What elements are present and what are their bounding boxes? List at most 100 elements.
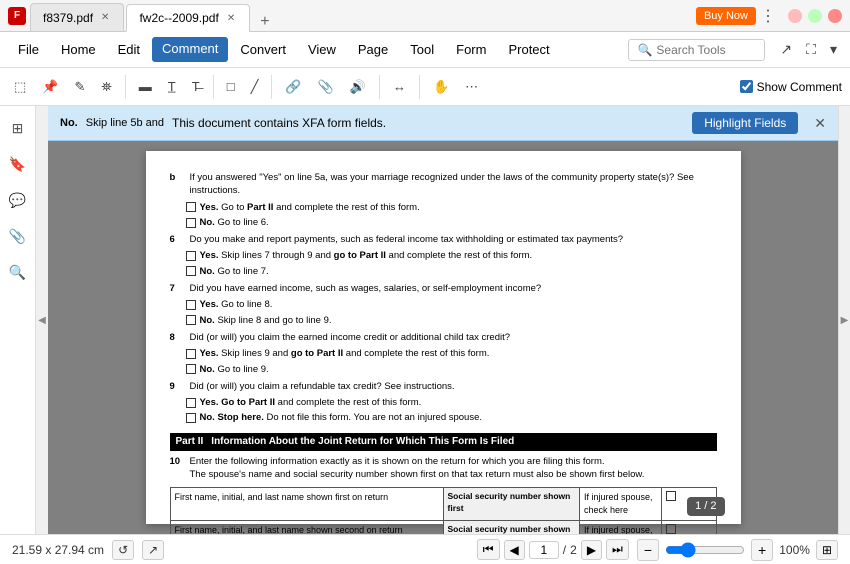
zoom-out-btn[interactable]: −	[637, 539, 659, 561]
toolbar-strikeout-btn[interactable]: T̶	[186, 76, 206, 97]
cursor-tool-btn[interactable]: ↺	[112, 540, 134, 560]
toolbar-measure-btn[interactable]: ↔	[387, 76, 412, 97]
search-tools-input[interactable]	[656, 43, 756, 57]
toolbar-audio-btn[interactable]: 🔊	[344, 76, 372, 98]
menu-edit[interactable]: Edit	[108, 38, 150, 61]
nav-last-btn[interactable]: ⏭	[606, 539, 629, 560]
sidebar-attachments-icon[interactable]: 📎	[4, 222, 32, 250]
minimize-button[interactable]	[788, 9, 802, 23]
show-comment-checkbox[interactable]	[740, 80, 753, 93]
settings-icon[interactable]: ▾	[825, 38, 842, 61]
search-tools-box[interactable]: 🔍	[628, 39, 765, 61]
sidebar-search-icon[interactable]: 🔍	[4, 258, 32, 286]
pdf-area: No. Skip line 5b and This document conta…	[48, 106, 838, 534]
skip-line-label: Skip line 5b and	[86, 117, 164, 129]
menu-tool[interactable]: Tool	[400, 38, 444, 61]
checkbox-8-yes[interactable]	[186, 349, 196, 359]
notification-text: This document contains XFA form fields.	[172, 116, 684, 130]
menu-file[interactable]: File	[8, 38, 49, 61]
pdf-notification-bar: No. Skip line 5b and This document conta…	[48, 106, 838, 141]
checkbox-6-no[interactable]	[186, 266, 196, 276]
toolbar-cursor-btn[interactable]: ⬚	[8, 76, 32, 98]
right-sidebar-toggle[interactable]: ▶	[838, 106, 850, 534]
close-button[interactable]	[828, 9, 842, 23]
checkbox-7-no[interactable]	[186, 315, 196, 325]
left-sidebar: ⊞ 🔖 💬 📎 🔍	[0, 106, 36, 534]
checkbox-9-no[interactable]	[186, 413, 196, 423]
tab-close-active-btn[interactable]: ✕	[225, 12, 237, 25]
toolbar-sep1	[125, 75, 126, 99]
highlight-fields-button[interactable]: Highlight Fields	[692, 112, 798, 134]
checkbox-6-yes[interactable]	[186, 251, 196, 261]
toolbar-stamp-btn[interactable]: ⛯	[95, 76, 117, 98]
select-tool-btn[interactable]: ↗	[142, 540, 164, 560]
checkbox-b-yes[interactable]	[186, 202, 196, 212]
toolbar-text-btn[interactable]: ✎	[68, 76, 91, 98]
form-row-b-yes: Yes. Go to Part II and complete the rest…	[186, 201, 717, 214]
zoom-slider[interactable]	[665, 542, 745, 558]
tab-close-btn[interactable]: ✕	[99, 11, 111, 24]
more-options-icon[interactable]: ⋮	[760, 6, 776, 26]
buy-now-button[interactable]: Buy Now	[696, 7, 756, 25]
nav-first-btn[interactable]: ⏮	[477, 539, 500, 560]
tabs-area: f8379.pdf ✕ fw2c--2009.pdf ✕ +	[30, 0, 692, 31]
nav-prev-btn[interactable]: ◀	[504, 540, 525, 560]
maximize-button[interactable]	[808, 9, 822, 23]
menu-protect[interactable]: Protect	[498, 38, 559, 61]
sidebar-comments-icon[interactable]: 💬	[4, 186, 32, 214]
checkbox-9-yes[interactable]	[186, 398, 196, 408]
menu-page[interactable]: Page	[348, 38, 398, 61]
toolbar-line-btn[interactable]: ╱	[245, 76, 265, 98]
sidebar-bookmarks-icon[interactable]: 🔖	[4, 150, 32, 178]
menu-view[interactable]: View	[298, 38, 346, 61]
label-6-yes: Yes. Skip lines 7 through 9 and go to Pa…	[200, 249, 533, 262]
tab-label: f8379.pdf	[43, 11, 93, 25]
share-icon[interactable]: ↗	[775, 38, 797, 61]
menu-comment[interactable]: Comment	[152, 37, 228, 62]
toolbar-hand-btn[interactable]: ✋	[427, 76, 455, 98]
tab-fw2c[interactable]: fw2c--2009.pdf ✕	[126, 4, 250, 32]
toolbar-shape-btn[interactable]: □	[221, 76, 241, 97]
toolbar-attach-btn[interactable]: 📎	[312, 76, 340, 98]
form-row-b: b If you answered "Yes" on line 5a, was …	[170, 171, 717, 198]
pdf-scroll-area[interactable]: b If you answered "Yes" on line 5a, was …	[48, 141, 838, 534]
tab-f8379[interactable]: f8379.pdf ✕	[30, 3, 124, 31]
label-no: No. Go to line 6.	[200, 216, 269, 229]
nav-next-btn[interactable]: ▶	[581, 540, 602, 560]
toolbar-sep4	[379, 75, 380, 99]
add-tab-btn[interactable]: +	[252, 13, 277, 31]
checkbox-b-no[interactable]	[186, 218, 196, 228]
toolbar-underline-btn[interactable]: T̲	[162, 76, 182, 97]
form-row-7-no: No. Skip line 8 and go to line 9.	[186, 314, 717, 327]
menu-convert[interactable]: Convert	[230, 38, 296, 61]
sidebar-thumbnails-icon[interactable]: ⊞	[4, 114, 32, 142]
search-icon: 🔍	[637, 43, 652, 57]
menu-form[interactable]: Form	[446, 38, 496, 61]
window-controls	[788, 9, 842, 23]
toolbar-link-btn[interactable]: 🔗	[279, 76, 307, 98]
form-row-b-num: b	[170, 171, 186, 184]
toolbar-sep5	[419, 75, 420, 99]
toolbar-highlight-btn[interactable]: ▬	[133, 76, 158, 97]
injured-second-checkbox[interactable]	[661, 520, 716, 534]
toolbar-sticky-btn[interactable]: 📌	[36, 76, 64, 98]
show-comment-toggle[interactable]: Show Comment	[740, 80, 842, 94]
notification-close-btn[interactable]: ✕	[814, 115, 826, 132]
checkbox-7-yes[interactable]	[186, 300, 196, 310]
toolbar-sep2	[213, 75, 214, 99]
comment-toolbar: ⬚ 📌 ✎ ⛯ ▬ T̲ T̶ □ ╱ 🔗 📎 🔊 ↔ ✋ ⋯ Show Com…	[0, 68, 850, 106]
fit-page-btn[interactable]: ⊞	[816, 540, 838, 560]
form-row-9-num: 9	[170, 380, 186, 393]
form-row-b-text: If you answered "Yes" on line 5a, was yo…	[190, 171, 717, 198]
zoom-in-btn[interactable]: +	[751, 539, 773, 561]
left-sidebar-toggle[interactable]: ◀	[36, 106, 48, 534]
form-row-7-num: 7	[170, 282, 186, 295]
page-input[interactable]	[529, 541, 559, 559]
toolbar-more-btn[interactable]: ⋯	[459, 76, 484, 98]
checkbox-8-no[interactable]	[186, 364, 196, 374]
menu-home[interactable]: Home	[51, 38, 106, 61]
status-right: − + 100% ⊞	[637, 539, 838, 561]
part2-label: Part II	[176, 435, 204, 449]
fullscreen-icon[interactable]: ⛶	[801, 38, 821, 61]
form-row-10-num: 10	[170, 455, 186, 468]
